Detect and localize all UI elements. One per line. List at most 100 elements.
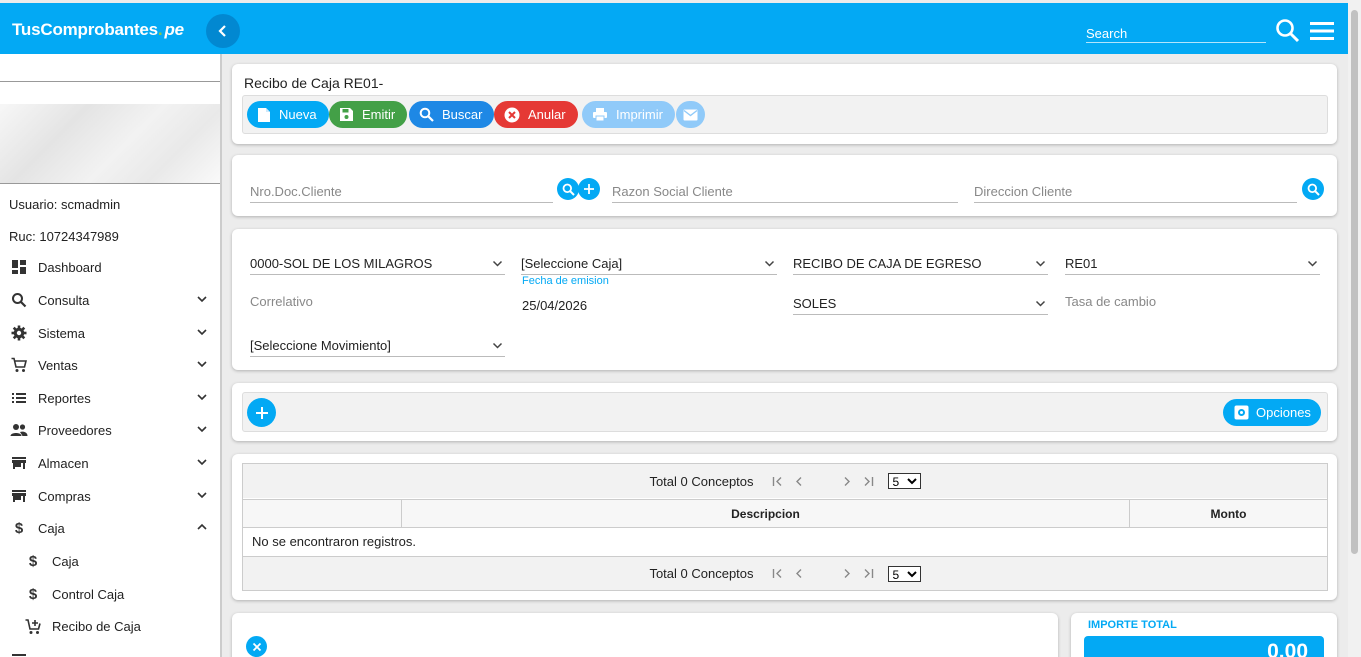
sidebar-item-label: Control Caja	[52, 586, 125, 602]
column-header-empty	[243, 500, 402, 527]
chevron-down-icon	[1035, 260, 1046, 267]
ruc-label: Ruc: 10724347989	[9, 229, 119, 244]
clear-button[interactable]	[246, 636, 267, 657]
last-page-icon[interactable]	[862, 476, 874, 487]
sidebar-item-label: Proveedores	[38, 422, 112, 438]
column-header-descripcion[interactable]: Descripcion	[402, 500, 1130, 527]
next-page-icon[interactable]	[842, 568, 852, 579]
dollar-icon: $	[14, 519, 24, 537]
tipo-documento-select[interactable]: RECIBO DE CAJA DE EGRESO	[793, 251, 1048, 275]
sidebar-divider	[0, 81, 220, 82]
buscar-button[interactable]: Buscar	[409, 101, 495, 128]
cart-icon	[10, 356, 28, 374]
sidebar-subitem-caja[interactable]: $ Caja	[0, 546, 220, 576]
brand-logo[interactable]: TusComprobantes. pe	[12, 20, 184, 40]
chevron-down-icon	[492, 342, 503, 349]
search-icon[interactable]	[1274, 17, 1302, 45]
next-page-icon[interactable]	[842, 476, 852, 487]
chevron-down-icon	[1035, 300, 1046, 307]
sidebar-item-label: Reportes	[38, 390, 91, 406]
movimiento-select[interactable]: [Seleccione Movimiento]	[250, 333, 505, 357]
notes-card	[232, 613, 1058, 657]
collapse-sidebar-button[interactable]	[206, 14, 240, 48]
sidebar-item-dashboard[interactable]: Dashboard	[0, 252, 220, 282]
chevron-up-icon	[197, 523, 207, 530]
add-concept-button[interactable]	[247, 398, 276, 427]
sidebar-item-compras[interactable]: Compras	[0, 481, 220, 511]
caja-select[interactable]: [Seleccione Caja]	[521, 251, 777, 275]
search-input[interactable]	[1086, 19, 1266, 42]
nueva-label: Nueva	[279, 107, 317, 122]
moneda-value: SOLES	[793, 296, 837, 311]
imprimir-button[interactable]: Imprimir	[582, 101, 675, 128]
serie-select[interactable]: RE01	[1065, 251, 1320, 275]
close-icon	[252, 642, 261, 651]
client-direccion-field[interactable]: Direccion Cliente	[974, 179, 1297, 203]
prev-page-icon[interactable]	[794, 568, 804, 579]
fecha-emision-field[interactable]: 25/04/2026	[522, 298, 587, 313]
page-scrollbar[interactable]	[1348, 0, 1361, 657]
sidebar-item-sistema[interactable]: Sistema	[0, 318, 220, 348]
client-doc-field[interactable]: Nro.Doc.Cliente	[250, 179, 553, 203]
scrollbar-thumb[interactable]	[1351, 10, 1358, 554]
cancel-icon	[504, 107, 520, 122]
gear-icon	[10, 324, 28, 342]
sidebar-item-reportes[interactable]: Reportes	[0, 383, 220, 413]
mail-icon	[683, 109, 698, 120]
sidebar-item-label: Sistema	[38, 325, 85, 341]
chevron-down-icon	[764, 260, 775, 267]
chevron-left-icon	[218, 25, 226, 37]
paginator-top: Total 0 Conceptos 5	[243, 464, 1327, 498]
opciones-label: Opciones	[1256, 405, 1311, 420]
sidebar-item-cut-off[interactable]	[0, 644, 220, 657]
empty-message: No se encontraron registros.	[252, 534, 417, 549]
emitir-button[interactable]: Emitir	[329, 101, 408, 128]
search-address-button[interactable]	[1302, 178, 1324, 200]
importe-total-label: IMPORTE TOTAL	[1088, 619, 1177, 631]
first-page-icon[interactable]	[772, 476, 784, 487]
sidebar-subitem-control-caja[interactable]: $ Control Caja	[0, 579, 220, 609]
chevron-down-icon	[197, 329, 207, 336]
sidebar-item-proveedores[interactable]: Proveedores	[0, 415, 220, 445]
sidebar-item-ventas[interactable]: Ventas	[0, 350, 220, 380]
chevron-down-icon	[197, 361, 207, 368]
sidebar-item-consulta[interactable]: Consulta	[0, 285, 220, 315]
page-size-select[interactable]: 5	[887, 565, 921, 582]
opciones-button[interactable]: Opciones	[1223, 399, 1321, 426]
anular-button[interactable]: Anular	[494, 101, 578, 128]
page-size-select[interactable]: 5	[887, 473, 921, 489]
first-page-icon[interactable]	[772, 568, 784, 579]
fecha-emision-label: Fecha de emision	[522, 275, 609, 287]
sidebar-subitem-recibo-de-caja[interactable]: Recibo de Caja	[0, 611, 220, 641]
store-icon	[10, 487, 28, 505]
sucursal-value: 0000-SOL DE LOS MILAGROS	[250, 256, 433, 271]
list-icon	[10, 389, 28, 407]
buscar-label: Buscar	[442, 107, 483, 122]
people-icon	[10, 421, 28, 439]
moneda-select[interactable]: SOLES	[793, 291, 1048, 315]
hamburger-menu-icon[interactable]	[1308, 17, 1336, 45]
movimiento-value: [Seleccione Movimiento]	[250, 338, 391, 353]
store-icon	[10, 454, 28, 472]
add-client-button[interactable]	[578, 178, 600, 200]
page-title: Recibo de Caja RE01-	[244, 75, 384, 91]
column-header-monto[interactable]: Monto	[1130, 500, 1327, 527]
email-button[interactable]	[676, 101, 705, 128]
sidebar-item-almacen[interactable]: Almacen	[0, 448, 220, 478]
client-razon-placeholder: Razon Social Cliente	[612, 184, 733, 199]
concepts-table: Total 0 Conceptos 5 Descripcion Monto No…	[242, 463, 1328, 591]
settings-box-icon	[1234, 405, 1249, 420]
prev-page-icon[interactable]	[794, 476, 804, 487]
dollar-icon: $	[28, 552, 38, 570]
last-page-icon[interactable]	[862, 568, 874, 579]
correlativo-field[interactable]: Correlativo	[250, 294, 313, 309]
sucursal-select[interactable]: 0000-SOL DE LOS MILAGROS	[250, 251, 505, 275]
actions-bar	[242, 392, 1328, 432]
sidebar-item-caja[interactable]: $ Caja	[0, 513, 220, 543]
paginator-bottom: Total 0 Conceptos 5	[243, 556, 1327, 590]
search-field[interactable]	[1086, 19, 1266, 43]
tasa-cambio-field[interactable]: Tasa de cambio	[1065, 294, 1156, 309]
client-razon-field[interactable]: Razon Social Cliente	[612, 179, 958, 203]
search-client-button[interactable]	[557, 178, 579, 200]
nueva-button[interactable]: Nueva	[247, 101, 329, 128]
